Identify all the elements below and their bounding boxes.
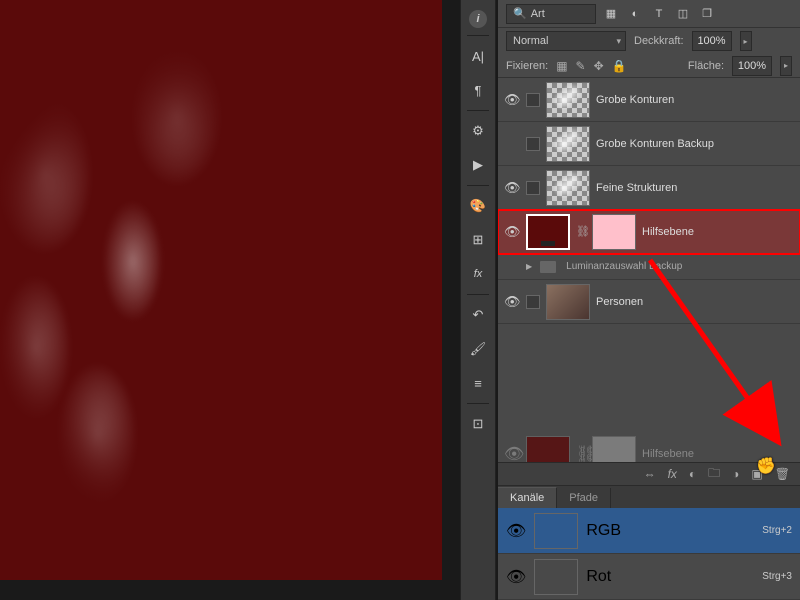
channel-name[interactable]: Rot [586, 568, 611, 586]
filter-pixel-icon[interactable]: ▦ [602, 5, 620, 23]
properties-icon[interactable]: ⊡ [465, 411, 491, 437]
visibility-toggle[interactable]: 👁 [504, 92, 520, 108]
layer-name[interactable]: Feine Strukturen [596, 182, 794, 194]
layer-row-selected[interactable]: 👁 ⛓ Hilfsebene [498, 210, 800, 254]
character-panel-icon[interactable]: A| [465, 43, 491, 69]
layer-checkbox[interactable] [526, 295, 540, 309]
lock-pixels-icon[interactable]: ✎ [576, 59, 586, 73]
layer-row[interactable]: 👁 Grobe Konturen [498, 78, 800, 122]
tab-paths[interactable]: Pfade [557, 488, 611, 508]
layer-row[interactable]: 👁 Personen [498, 280, 800, 324]
layers-list: 👁 Grobe Konturen Grobe Konturen Backup 👁… [498, 78, 800, 378]
layer-thumbnail[interactable] [546, 170, 590, 206]
visibility-toggle[interactable]: 👁 [504, 180, 520, 196]
blend-mode-dropdown[interactable]: Normal [506, 31, 626, 51]
panel-tabs: Kanäle Pfade [498, 486, 800, 508]
ghost-layer-name: Hilfsebene [642, 448, 694, 460]
filter-adjust-icon[interactable]: ◐ [626, 5, 644, 23]
expand-icon[interactable]: ▶ [526, 262, 532, 271]
layer-thumbnail[interactable] [546, 284, 590, 320]
fill-caret-icon[interactable]: ▸ [780, 56, 792, 76]
layer-name[interactable]: Luminanzauswahl Backup [566, 261, 794, 272]
visibility-toggle[interactable]: 👁 [506, 521, 526, 541]
filter-shape-icon[interactable]: ◫ [674, 5, 692, 23]
layer-thumbnail[interactable] [546, 82, 590, 118]
lock-transparency-icon[interactable]: ▦ [556, 59, 567, 73]
tab-channels[interactable]: Kanäle [498, 487, 557, 508]
document-canvas[interactable] [0, 0, 442, 580]
visibility-toggle[interactable]: 👁 [506, 567, 526, 587]
opacity-label: Deckkraft: [634, 35, 684, 47]
lock-label: Fixieren: [506, 60, 548, 72]
visibility-toggle[interactable]: 👁 [504, 224, 520, 240]
grab-cursor-icon: ✊ [756, 456, 776, 476]
clip-icon[interactable]: ⊞ [465, 227, 491, 253]
play-icon[interactable]: ▶ [465, 152, 491, 178]
filter-label: Art [531, 8, 545, 20]
channel-row[interactable]: 👁 RGB Strg+2 [498, 508, 800, 554]
filter-type-dropdown[interactable]: 🔍 Art [506, 4, 596, 24]
channel-shortcut: Strg+3 [762, 571, 792, 582]
link-icon[interactable]: ⛓ [576, 225, 586, 238]
delete-layer-icon[interactable]: 🗑 [775, 467, 790, 481]
fx-icon[interactable]: fx [465, 261, 491, 287]
search-icon: 🔍 [513, 7, 527, 20]
new-adjustment-icon[interactable]: ◑ [732, 467, 739, 481]
visibility-toggle[interactable]: 👁 [504, 294, 520, 310]
swatches-icon[interactable]: 🎨 [465, 193, 491, 219]
layer-name[interactable]: Grobe Konturen [596, 94, 794, 106]
channel-thumbnail[interactable] [534, 513, 578, 549]
lock-row: Fixieren: ▦ ✎ ✥ 🔒 Fläche: 100% ▸ [498, 54, 800, 78]
new-group-icon[interactable]: 🗀 [708, 464, 720, 485]
visibility-icon: 👁 [504, 444, 520, 464]
blend-mode-row: Normal Deckkraft: 100% ▸ [498, 28, 800, 54]
history-icon[interactable]: ↶ [465, 302, 491, 328]
brush-icon[interactable]: 🖌 [465, 336, 491, 362]
layers-footer: ⇔ fx ◐ 🗀 ◑ ▣ 🗑 [498, 462, 800, 486]
layer-filter-row: 🔍 Art ▦ ◐ T ◫ ❐ [498, 0, 800, 28]
layer-checkbox[interactable] [526, 181, 540, 195]
layer-name[interactable]: Personen [596, 296, 794, 308]
channel-name[interactable]: RGB [586, 522, 621, 540]
opacity-caret-icon[interactable]: ▸ [740, 31, 752, 51]
folder-icon [540, 261, 556, 273]
layer-checkbox[interactable] [526, 93, 540, 107]
filter-type-icon[interactable]: T [650, 5, 668, 23]
layer-checkbox[interactable] [526, 137, 540, 151]
layer-mask-thumbnail[interactable] [592, 214, 636, 250]
layer-fx-icon[interactable]: fx [668, 467, 677, 481]
fill-input[interactable]: 100% [732, 56, 772, 76]
channels-list: 👁 RGB Strg+2 👁 Rot Strg+3 [498, 508, 800, 600]
lock-position-icon[interactable]: ✥ [594, 59, 604, 73]
layers-icon[interactable]: ≡ [465, 370, 491, 396]
channel-row[interactable]: 👁 Rot Strg+3 [498, 554, 800, 600]
channel-thumbnail[interactable] [534, 559, 578, 595]
layer-name[interactable]: Hilfsebene [642, 226, 794, 238]
link-layers-icon[interactable]: ⇔ [644, 467, 656, 481]
layer-name[interactable]: Grobe Konturen Backup [596, 138, 794, 150]
opacity-input[interactable]: 100% [692, 31, 732, 51]
channel-shortcut: Strg+2 [762, 525, 792, 536]
layer-row[interactable]: 👁 Feine Strukturen [498, 166, 800, 210]
paragraph-panel-icon[interactable]: ¶ [465, 77, 491, 103]
layer-thumbnail[interactable] [546, 126, 590, 162]
fill-label: Fläche: [688, 60, 724, 72]
layer-group-row[interactable]: ▶ Luminanzauswahl Backup [498, 254, 800, 280]
filter-smart-icon[interactable]: ❐ [698, 5, 716, 23]
lock-all-icon[interactable]: 🔒 [612, 59, 627, 73]
adjustments-icon[interactable]: ⚙ [465, 118, 491, 144]
layer-thumbnail[interactable] [526, 214, 570, 250]
info-icon[interactable]: i [469, 10, 487, 28]
layer-row[interactable]: Grobe Konturen Backup [498, 122, 800, 166]
vertical-toolstrip: i A| ¶ ⚙ ▶ 🎨 ⊞ fx ↶ 🖌 ≡ ⊡ [460, 0, 496, 600]
add-mask-icon[interactable]: ◐ [689, 467, 696, 481]
